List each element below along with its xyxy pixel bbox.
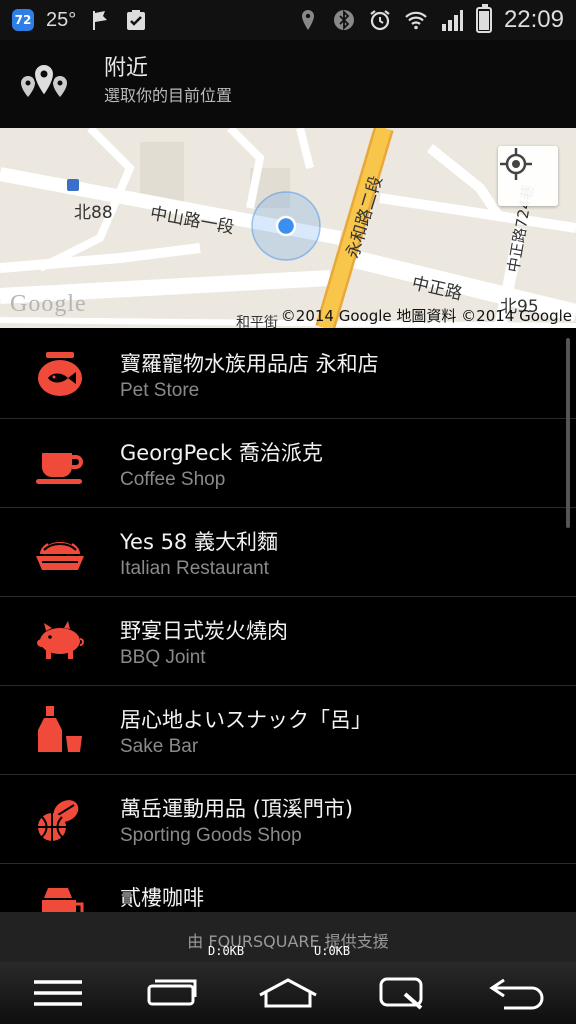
clock-time: 22:09: [503, 6, 564, 33]
sports-balls-icon: [38, 800, 79, 841]
location-pin-icon: [301, 10, 314, 30]
sake-icon: [38, 706, 82, 752]
map-label-heping-street: 和平街: [236, 315, 278, 328]
back-arrow-icon: [489, 978, 544, 1010]
list-item[interactable]: Yes 58 義大利麵 Italian Restaurant: [0, 508, 576, 597]
pig-icon: [37, 621, 84, 659]
battery-icon: [475, 4, 492, 33]
location-header[interactable]: 附近 選取你的目前位置: [0, 40, 576, 128]
coffee-pot-icon: [42, 888, 84, 912]
map-pins-icon: [21, 62, 67, 98]
list-item[interactable]: 萬岳運動用品 (頂溪門市) Sporting Goods Shop: [0, 775, 576, 864]
list-item[interactable]: 居心地よいスナック「呂」 Sake Bar: [0, 686, 576, 775]
list-item[interactable]: GeorgPeck 喬治派克 Coffee Shop: [0, 419, 576, 508]
temperature-text: 25°: [46, 8, 77, 31]
wifi-icon: [405, 11, 427, 30]
crosshair-icon: [500, 148, 532, 180]
menu-button[interactable]: [18, 968, 98, 1018]
venue-name: 野宴日式炭火燒肉: [120, 619, 288, 643]
recent-apps-button[interactable]: [133, 968, 213, 1018]
map-label-bus-north88: 北88: [74, 203, 113, 223]
fishbowl-icon: [38, 352, 82, 396]
signal-icon: [441, 10, 463, 31]
header-subtitle: 選取你的目前位置: [104, 86, 233, 105]
list-item[interactable]: 野宴日式炭火燒肉 BBQ Joint: [0, 597, 576, 686]
venue-category: Italian Restaurant: [120, 558, 269, 579]
google-logo: Google: [10, 291, 87, 317]
header-title: 附近: [104, 56, 149, 81]
alarm-icon: [370, 10, 390, 31]
qslide-button[interactable]: [363, 968, 443, 1018]
navigation-bar: [0, 962, 576, 1024]
map-copyright: ©2014 Google 地圖資料 ©2014 Google: [280, 307, 572, 325]
venue-name: 萬岳運動用品 (頂溪門市): [120, 797, 354, 821]
home-button[interactable]: [248, 968, 328, 1018]
bluetooth-icon: [333, 9, 354, 31]
upload-counter: U:0KB: [314, 944, 351, 958]
map-view[interactable]: 北88 中山路一段 永和路二段 中正路 中正路724巷 北95 和平街 Goog…: [0, 128, 576, 328]
list-scrollbar[interactable]: [566, 338, 570, 528]
venue-category: Coffee Shop: [120, 469, 226, 490]
menu-icon: [33, 980, 82, 1006]
status-bar: 72 25° 22:09: [0, 0, 576, 40]
pasta-icon: [36, 540, 84, 570]
notification-badge: 72: [12, 9, 34, 31]
venue-name: 寶羅寵物水族用品店 永和店: [120, 352, 379, 376]
foursquare-footer: 由 FOURSQUARE 提供支援 D:0KB U:0KB: [0, 912, 576, 962]
venue-name: 居心地よいスナック「呂」: [120, 708, 372, 732]
back-button[interactable]: [478, 968, 558, 1018]
powered-by-text: 由 FOURSQUARE 提供支援: [187, 932, 389, 951]
coffee-cup-icon: [36, 453, 83, 484]
flag-icon: [93, 11, 108, 30]
qslide-icon: [379, 977, 423, 1010]
list-item[interactable]: 貳樓咖啡: [0, 864, 576, 912]
venue-category: BBQ Joint: [120, 647, 206, 668]
venue-category: Pet Store: [120, 380, 200, 401]
clipboard-check-icon: [127, 10, 146, 30]
recent-apps-icon: [147, 979, 197, 1006]
venue-name: Yes 58 義大利麵: [120, 530, 278, 554]
download-counter: D:0KB: [208, 944, 245, 958]
venue-category: Sake Bar: [120, 736, 199, 757]
list-item[interactable]: 寶羅寵物水族用品店 永和店 Pet Store: [0, 330, 576, 419]
venue-list[interactable]: 寶羅寵物水族用品店 永和店 Pet Store GeorgPeck 喬治派克 C…: [0, 330, 576, 912]
my-location-button[interactable]: [498, 146, 558, 206]
venue-name: GeorgPeck 喬治派克: [120, 441, 323, 465]
home-icon: [259, 978, 317, 1008]
venue-name: 貳樓咖啡: [120, 886, 204, 910]
venue-category: Sporting Goods Shop: [120, 825, 302, 846]
